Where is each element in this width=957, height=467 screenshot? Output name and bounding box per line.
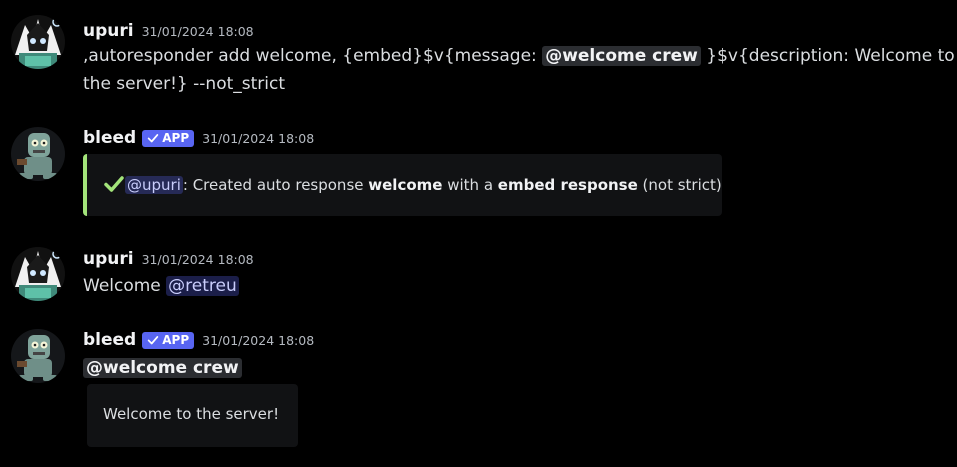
- robot-avatar-icon: [11, 329, 65, 383]
- app-badge-label: APP: [162, 131, 190, 145]
- verified-check-icon: [147, 336, 159, 345]
- message: bleed APP 31/01/2024 18:08 @upuri: Creat…: [0, 100, 957, 230]
- message-content: @welcome crew: [83, 354, 242, 382]
- embed-text: : Created auto response: [182, 176, 369, 194]
- user-mention[interactable]: @upuri: [125, 176, 183, 194]
- username[interactable]: upuri: [83, 249, 134, 269]
- verified-check-icon: [147, 134, 159, 143]
- message-text: ,autoresponder add welcome, {embed}$v{me…: [83, 46, 543, 66]
- bot-avatar[interactable]: [11, 127, 65, 181]
- embed-text: (not strict): [637, 176, 722, 194]
- anime-character-avatar-icon: [11, 15, 65, 69]
- embed-description: Welcome to the server!: [103, 405, 280, 423]
- user-avatar[interactable]: [11, 247, 65, 301]
- message: upuri 31/01/2024 18:08 ,autoresponder ad…: [0, 0, 957, 100]
- app-badge: APP: [142, 129, 195, 147]
- check-icon: [104, 176, 124, 192]
- embed-bold-text: welcome: [368, 176, 443, 194]
- embed-text: with a: [442, 176, 498, 194]
- username[interactable]: bleed: [83, 128, 136, 148]
- bot-avatar[interactable]: [11, 329, 65, 383]
- message-text: the server!} --not_strict: [83, 74, 286, 94]
- username[interactable]: upuri: [83, 21, 134, 41]
- timestamp: 31/01/2024 18:08: [141, 251, 254, 267]
- role-mention[interactable]: @welcome crew: [83, 358, 242, 378]
- user-avatar[interactable]: [11, 15, 65, 69]
- embed: Welcome to the server!: [87, 384, 298, 447]
- embed-bold-text: embed response: [497, 176, 638, 194]
- username[interactable]: bleed: [83, 330, 136, 350]
- app-badge: APP: [142, 331, 195, 349]
- timestamp: 31/01/2024 18:08: [202, 332, 315, 348]
- message: bleed APP 31/01/2024 18:08 @welcome crew…: [0, 320, 957, 467]
- role-mention[interactable]: @welcome crew: [542, 46, 701, 66]
- embed-description: @upuri: Created auto response welcome wi…: [103, 174, 722, 194]
- robot-avatar-icon: [11, 127, 65, 181]
- message-content: ,autoresponder add welcome, {embed}$v{me…: [83, 42, 955, 98]
- user-mention[interactable]: @retreu: [166, 276, 239, 296]
- timestamp: 31/01/2024 18:08: [202, 130, 315, 146]
- message-content: Welcome @retreu: [83, 272, 239, 300]
- message-text: }$v{description: Welcome to: [700, 46, 955, 66]
- message-text: Welcome: [83, 276, 167, 296]
- message: upuri 31/01/2024 18:08 Welcome @retreu: [0, 230, 957, 320]
- embed: @upuri: Created auto response welcome wi…: [83, 154, 722, 216]
- anime-character-avatar-icon: [11, 247, 65, 301]
- app-badge-label: APP: [162, 333, 190, 347]
- timestamp: 31/01/2024 18:08: [141, 23, 254, 39]
